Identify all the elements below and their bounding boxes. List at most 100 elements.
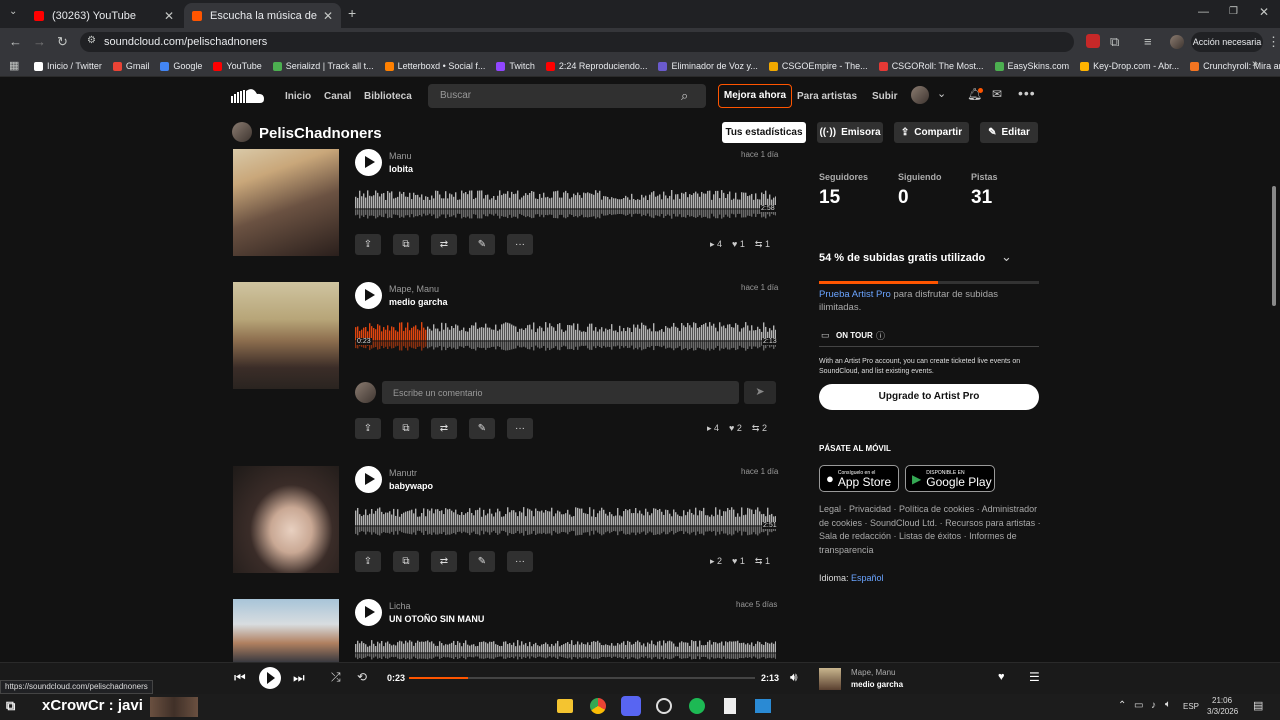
more-bookmarks-icon[interactable]: » — [1252, 58, 1258, 70]
more-options-icon[interactable]: ··· — [507, 551, 533, 572]
player-progress[interactable] — [409, 677, 755, 679]
for-artists-link[interactable]: Para artistas — [797, 91, 857, 102]
tray-overflow-icon[interactable]: ⌃ — [1118, 700, 1126, 711]
station-button[interactable]: ((·)) Emisora — [817, 122, 883, 143]
action-needed-button[interactable]: Acción necesaria — [1191, 32, 1263, 52]
close-tab-icon[interactable]: ✕ — [323, 9, 333, 23]
more-options-icon[interactable]: ··· — [507, 418, 533, 439]
bookmark-item[interactable]: YouTube — [213, 61, 262, 71]
following-label[interactable]: Siguiendo — [898, 172, 942, 182]
shuffle-icon[interactable]: ⤮ — [331, 670, 341, 685]
network-icon[interactable]: ▭ — [1134, 700, 1143, 711]
send-comment-icon[interactable]: ➤ — [744, 381, 776, 404]
repost-icon[interactable]: ⇄ — [431, 234, 457, 255]
notepad-icon[interactable] — [724, 698, 736, 714]
clock-date[interactable]: 3/3/2026 — [1207, 707, 1238, 716]
chevron-down-icon[interactable]: ⌄ — [1001, 249, 1012, 265]
tab-soundcloud[interactable]: Escucha la música de PelisChad ✕ — [184, 3, 341, 28]
track-user[interactable]: Manu — [389, 151, 412, 161]
search-input[interactable]: Buscar — [428, 84, 706, 108]
artist-pro-link[interactable]: Prueba Artist Pro — [819, 289, 891, 300]
share-button[interactable]: ⇪ Compartir — [894, 122, 969, 143]
player-artist[interactable]: Mape, Manu — [851, 668, 895, 677]
waveform[interactable] — [355, 638, 776, 662]
likes-count[interactable]: ♥ 1 — [732, 556, 745, 567]
close-tab-icon[interactable]: ✕ — [164, 9, 174, 23]
chevron-down-icon[interactable]: ⌄ — [937, 87, 946, 100]
profile-avatar[interactable] — [1170, 35, 1184, 49]
notification-center-icon[interactable]: ▤ — [1253, 699, 1263, 712]
play-button[interactable] — [355, 149, 382, 176]
bookmark-item[interactable]: Letterboxd • Social f... — [384, 61, 485, 71]
menu-icon[interactable]: ⋮ — [1267, 34, 1280, 50]
edit-button[interactable]: ✎ Editar — [980, 122, 1038, 143]
previous-icon[interactable]: ⏮ — [234, 670, 246, 686]
back-icon[interactable]: ← — [9, 34, 22, 49]
reposts-count[interactable]: ⇆ 1 — [755, 556, 770, 567]
close-window-icon[interactable]: ✕ — [1259, 5, 1269, 19]
tracks-count[interactable]: 31 — [971, 187, 992, 209]
bookmark-item[interactable]: EasySkins.com — [994, 61, 1069, 71]
tracks-label[interactable]: Pistas — [971, 172, 998, 182]
speaker-icon[interactable]: 🔈︎ — [1165, 699, 1171, 710]
bookmark-item[interactable]: Crunchyroll: Mira an... — [1190, 61, 1280, 71]
discord-icon[interactable] — [621, 696, 641, 716]
like-heart-icon[interactable]: ♥ — [998, 671, 1005, 683]
copy-link-icon[interactable]: ⧉ — [393, 418, 419, 439]
followers-count[interactable]: 15 — [819, 187, 840, 209]
play-pause-button[interactable] — [259, 667, 281, 689]
track-user[interactable]: Licha — [389, 601, 411, 611]
info-icon[interactable]: ⓘ — [876, 329, 885, 342]
bookmark-item[interactable]: Google — [160, 61, 202, 71]
play-button[interactable] — [355, 282, 382, 309]
steam-icon[interactable] — [656, 698, 672, 714]
forward-icon[interactable]: → — [33, 34, 46, 49]
track-user[interactable]: Manutr — [389, 468, 417, 478]
apps-grid-icon[interactable]: ▦ — [9, 59, 19, 72]
upgrade-now-button[interactable]: Mejora ahora — [718, 84, 792, 108]
repost-icon[interactable]: ⇄ — [431, 551, 457, 572]
language-link[interactable]: Español — [851, 573, 884, 583]
search-icon[interactable]: ⌕ — [681, 88, 688, 104]
bookmark-item[interactable]: Twitch — [496, 61, 535, 71]
volume-icon[interactable]: 🔊︎ — [790, 670, 798, 685]
minimize-icon[interactable]: — — [1198, 6, 1209, 18]
tab-youtube[interactable]: (30263) YouTube ✕ — [26, 3, 182, 28]
track-artwork[interactable] — [233, 149, 339, 256]
google-play-badge[interactable]: ▶ DISPONIBLE EN Google Play — [905, 465, 995, 492]
spotify-icon[interactable] — [689, 698, 705, 714]
extensions-icon[interactable]: ⧉ — [1110, 34, 1119, 50]
language-indicator[interactable]: ESP — [1183, 702, 1199, 711]
likes-count[interactable]: ♥ 1 — [732, 239, 745, 250]
upload-link[interactable]: Subir — [872, 91, 898, 102]
track-artwork[interactable] — [233, 599, 339, 662]
app-store-badge[interactable]: ● Consíguelo en el App Store — [819, 465, 899, 492]
bookmark-item[interactable]: 2:24 Reproduciendo... — [545, 61, 647, 71]
repost-icon[interactable]: ⇄ — [431, 418, 457, 439]
player-artwork[interactable] — [819, 668, 841, 690]
bookmark-item[interactable]: CSGORoll: The Most... — [878, 61, 984, 71]
following-count[interactable]: 0 — [898, 187, 909, 209]
waveform[interactable] — [355, 505, 776, 539]
user-avatar[interactable] — [911, 86, 929, 104]
bookmark-item[interactable]: CSGOEmpire - The... — [768, 61, 868, 71]
track-title[interactable]: medio garcha — [389, 297, 448, 307]
bookmark-item[interactable]: Serializd | Track all t... — [272, 61, 374, 71]
copy-link-icon[interactable]: ⧉ — [393, 551, 419, 572]
bookmark-item[interactable]: Inicio / Twitter — [34, 61, 102, 71]
app-icon[interactable] — [755, 699, 771, 713]
track-title[interactable]: UN OTOÑO SIN MANU — [389, 614, 484, 624]
likes-count[interactable]: ♥ 2 — [729, 423, 742, 434]
comment-input[interactable]: Escribe un comentario — [382, 381, 739, 404]
play-button[interactable] — [355, 466, 382, 493]
bookmark-item[interactable]: Eliminador de Voz y... — [658, 61, 758, 71]
upgrade-artist-pro-button[interactable]: Upgrade to Artist Pro — [819, 384, 1039, 410]
file-explorer-icon[interactable] — [557, 699, 573, 713]
clock-time[interactable]: 21:06 — [1212, 696, 1232, 705]
followers-label[interactable]: Seguidores — [819, 172, 868, 182]
mic-icon[interactable]: ♪ — [1151, 700, 1156, 711]
soundcloud-logo-icon[interactable] — [231, 88, 265, 104]
edit-track-icon[interactable]: ✎ — [469, 418, 495, 439]
track-user[interactable]: Mape, Manu — [389, 284, 439, 294]
more-icon[interactable]: ••• — [1018, 85, 1036, 101]
